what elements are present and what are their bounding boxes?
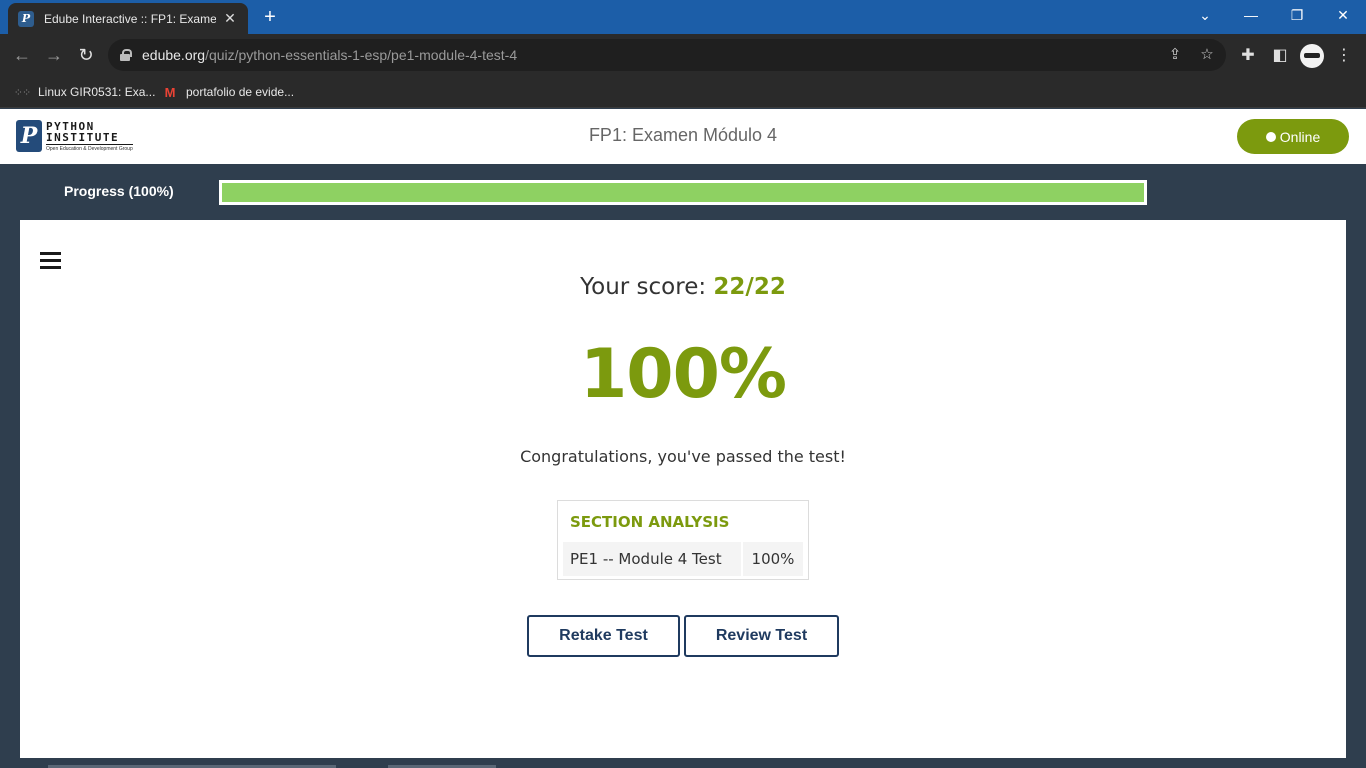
score-percent: 100% (579, 335, 787, 414)
browser-toolbar: ← → ↻ edube.org/quiz/python-essentials-1… (0, 34, 1366, 76)
online-label: Online (1279, 128, 1321, 145)
online-dot-icon (1265, 131, 1276, 142)
logo-tagline: Open Education & Development Group (46, 145, 133, 152)
hamburger-menu-icon[interactable] (40, 252, 61, 270)
tab-close-icon[interactable]: ✕ (222, 10, 238, 27)
back-arrow-icon[interactable]: ← (10, 43, 34, 67)
section-analysis-title: SECTION ANALYSIS (570, 513, 730, 531)
address-bar[interactable]: edube.org/quiz/python-essentials-1-esp/p… (108, 39, 1226, 71)
congratulations-message: Congratulations, you've passed the test! (520, 447, 846, 466)
retake-test-button[interactable]: Retake Test (527, 615, 680, 657)
minimize-window-icon[interactable]: — (1228, 0, 1274, 30)
profile-avatar[interactable] (1300, 44, 1324, 68)
lock-icon[interactable] (120, 49, 132, 61)
python-institute-favicon-icon: P (18, 10, 34, 27)
progress-bar-fill (222, 183, 1144, 202)
bookmark-label: portafolio de evide... (186, 85, 295, 99)
section-analysis-table: SECTION ANALYSIS PE1 -- Module 4 Test 10… (557, 500, 809, 580)
forward-arrow-icon[interactable]: → (42, 43, 66, 67)
tab-title: Edube Interactive :: FP1: Examen (44, 11, 216, 26)
review-test-button[interactable]: Review Test (684, 615, 839, 657)
logo-line-1: PYTHON (46, 119, 95, 133)
logo-text: PYTHON INSTITUTE Open Education & Develo… (46, 121, 133, 152)
score-prefix: Your score: (580, 274, 714, 300)
reload-icon[interactable]: ↻ (74, 43, 98, 67)
logo-line-2: INSTITUTE (46, 132, 133, 145)
python-institute-p-icon: P (16, 120, 42, 152)
table-row: PE1 -- Module 4 Test 100% (563, 542, 803, 576)
online-status-button[interactable]: Online (1237, 119, 1349, 154)
site-header: P PYTHON INSTITUTE Open Education & Deve… (0, 109, 1366, 164)
bookmarks-bar: ⁘⁘ Linux GIR0531: Exa... M portafolio de… (0, 76, 1366, 108)
section-score: 100% (743, 542, 803, 576)
bookmark-linux[interactable]: ⁘⁘ Linux GIR0531: Exa... (13, 82, 156, 102)
restore-window-icon[interactable]: ❐ (1274, 0, 1320, 30)
page-title: FP1: Examen Módulo 4 (588, 125, 778, 145)
section-name: PE1 -- Module 4 Test (563, 542, 741, 576)
browser-menu-icon[interactable]: ⋮ (1334, 46, 1354, 66)
share-icon[interactable]: ⇪ (1166, 46, 1184, 64)
result-card: Your score: 22/22 100% Congratulations, … (20, 220, 1346, 758)
bookmark-dots-icon: ⁘⁘ (13, 86, 31, 99)
side-panel-icon[interactable]: ◧ (1270, 46, 1290, 66)
url-text[interactable]: edube.org/quiz/python-essentials-1-esp/p… (142, 47, 517, 63)
bookmark-portafolio[interactable]: M portafolio de evide... (162, 82, 295, 102)
python-institute-logo[interactable]: P PYTHON INSTITUTE Open Education & Deve… (16, 119, 133, 153)
progress-label: Progress (100%) (64, 183, 174, 199)
extensions-puzzle-icon[interactable]: ✚ (1238, 46, 1258, 66)
score-value: 22/22 (713, 274, 786, 300)
tab-search-chevron-icon[interactable]: ⌄ (1182, 0, 1228, 30)
bookmark-star-icon[interactable]: ☆ (1198, 46, 1216, 64)
close-window-icon[interactable]: ✕ (1320, 0, 1366, 30)
browser-tab-bar: P Edube Interactive :: FP1: Examen ✕ + ⌄… (0, 0, 1366, 34)
new-tab-button[interactable]: + (258, 5, 282, 29)
bookmark-label: Linux GIR0531: Exa... (38, 85, 156, 99)
progress-bar (219, 180, 1147, 205)
gmail-icon: M (164, 84, 176, 100)
score-line: Your score: 22/22 (20, 274, 1346, 300)
browser-tab[interactable]: P Edube Interactive :: FP1: Examen ✕ (8, 3, 248, 34)
